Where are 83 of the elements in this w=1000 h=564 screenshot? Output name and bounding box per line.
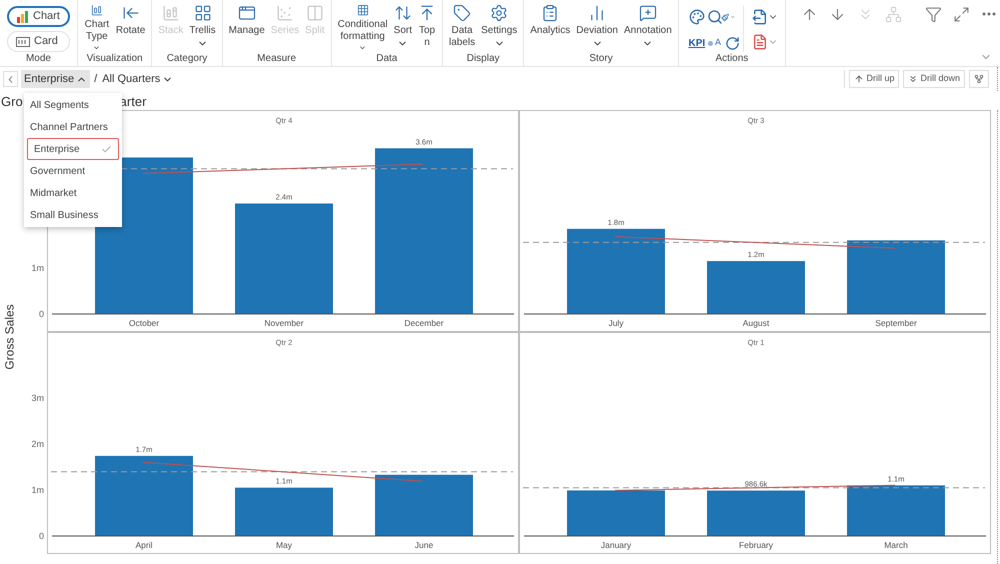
category-label: February xyxy=(739,540,773,550)
y-tick-label: 1m xyxy=(31,262,44,273)
category-label: August xyxy=(742,318,770,328)
rotate-arrow-icon xyxy=(122,4,140,22)
fork-icon xyxy=(974,74,984,84)
category-label: November xyxy=(264,318,304,328)
expand-icon xyxy=(952,6,970,22)
y-tick-label: 0 xyxy=(38,309,44,319)
mode-toggle[interactable]: Card xyxy=(7,31,70,52)
refresh-icon xyxy=(724,36,740,50)
clipboard-icon xyxy=(541,4,560,22)
ribbon-button[interactable]: Chart Type xyxy=(80,0,113,52)
drill-button[interactable]: Drill down xyxy=(903,70,965,88)
ribbon-button[interactable]: Settings xyxy=(478,0,520,52)
window-icon xyxy=(238,4,256,22)
search-icon xyxy=(706,9,723,25)
card-icon xyxy=(16,36,30,46)
breadcrumb-separator: / xyxy=(94,72,98,87)
menu-item[interactable]: Channel Partners xyxy=(24,116,122,138)
group-label: Mode xyxy=(26,52,51,65)
group-label: Data xyxy=(376,52,398,65)
category-label: July xyxy=(608,318,624,328)
ribbon-button[interactable]: Conditional formatting xyxy=(334,0,391,52)
y-axis-title: Gross Sales xyxy=(2,304,18,370)
ribbon-button[interactable]: Rotate xyxy=(112,0,148,52)
y-tick-label: 0 xyxy=(38,531,44,541)
ribbon-button[interactable]: Sort xyxy=(390,0,415,52)
filter-icon xyxy=(924,6,942,22)
group-label: Category xyxy=(166,52,208,65)
top-arrow-icon xyxy=(418,4,436,22)
group-label: Display xyxy=(466,52,500,65)
category-label: January xyxy=(600,540,632,550)
y-tick-label: 2m xyxy=(31,438,44,449)
comment-plus-icon xyxy=(638,4,657,22)
menu-item[interactable]: Enterprise xyxy=(27,138,119,160)
hierarchy-button[interactable] xyxy=(969,70,989,88)
hierarchy-icon xyxy=(884,6,902,22)
tag-icon xyxy=(453,4,472,22)
ribbon-button[interactable]: Annotation xyxy=(620,0,675,52)
category-label: October xyxy=(128,318,160,328)
category-label: September xyxy=(875,318,917,328)
palette-icon xyxy=(688,9,705,25)
settings-icon xyxy=(490,4,508,22)
more-icon xyxy=(982,12,996,16)
category-label: June xyxy=(414,540,434,550)
sort-icon xyxy=(394,4,412,22)
y-tick-label: 3m xyxy=(31,392,44,403)
category-label: April xyxy=(136,540,152,550)
drill-button[interactable]: Drill up xyxy=(849,70,900,88)
bar-chart-icon xyxy=(17,10,29,22)
segment-dropdown[interactable]: Enterprise xyxy=(21,70,90,88)
ribbon-button[interactable]: Analytics xyxy=(527,0,574,52)
back-button[interactable] xyxy=(3,71,18,87)
y-tick-label: 1m xyxy=(31,484,44,495)
stacked-column-icon xyxy=(162,4,180,22)
category-label: March xyxy=(884,540,908,550)
ribbon-button[interactable]: Deviation xyxy=(573,0,621,52)
category-label: December xyxy=(404,318,444,328)
group-label: Story xyxy=(589,52,613,65)
menu-item[interactable]: Government xyxy=(24,160,122,182)
ribbon-button[interactable]: Top n xyxy=(415,0,439,52)
ribbon-button[interactable]: Manage xyxy=(226,0,268,52)
file-export-icon xyxy=(752,8,768,24)
check-icon xyxy=(101,144,112,154)
pdf-file-icon xyxy=(752,34,768,50)
period-dropdown[interactable]: All Quarters xyxy=(101,70,174,88)
menu-item[interactable]: Small Business xyxy=(24,204,122,226)
menu-item[interactable]: All Segments xyxy=(24,94,122,116)
ribbon-button[interactable]: Data labels xyxy=(446,0,478,52)
arrow-up-icon xyxy=(854,74,864,84)
split-columns-icon xyxy=(306,4,324,22)
mode-toggle[interactable]: Chart xyxy=(7,6,70,27)
chart-title: Gro xyxy=(1,94,23,110)
dot-icon xyxy=(708,40,714,46)
category-label: May xyxy=(276,540,292,550)
menu-item[interactable]: Midmarket xyxy=(24,182,122,204)
group-label: Measure xyxy=(257,52,296,65)
scatter-chart-icon xyxy=(276,4,294,22)
ribbon-button[interactable]: Trellis xyxy=(186,0,219,52)
grid-icon xyxy=(194,4,212,22)
double-arrow-down-icon xyxy=(908,74,918,84)
group-label: Actions xyxy=(716,52,748,65)
group-label: Visualization xyxy=(86,52,143,65)
